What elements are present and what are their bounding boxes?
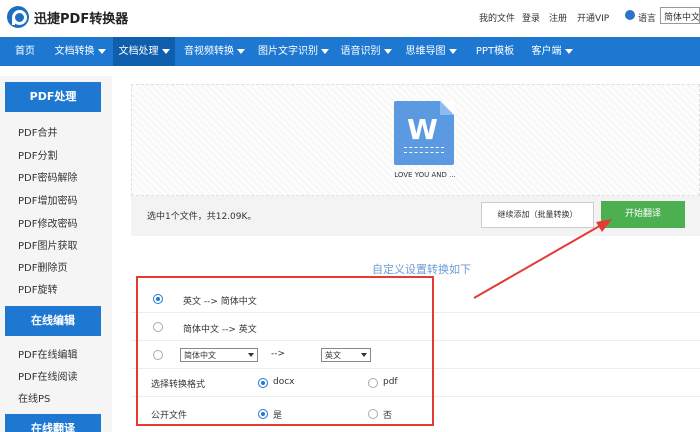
- chevron-down-icon: [237, 48, 245, 54]
- chevron-down-icon: [564, 48, 573, 54]
- nav-ppt-label: PPT模板: [475, 46, 515, 57]
- nav-doc-process[interactable]: 文档处理: [113, 37, 175, 66]
- sidebar: PDF处理 PDF合并 PDF分割 PDF密码解除 PDF增加密码 PDF修改密…: [0, 76, 112, 432]
- sidebar-item-pdf-split[interactable]: PDF分割: [18, 147, 57, 162]
- selection-info: 选中1个文件，共12.09K。: [147, 212, 257, 222]
- nav-speech[interactable]: 语音识别: [336, 37, 396, 66]
- globe-icon: [625, 10, 635, 20]
- sidebar-item-pdf-rotate[interactable]: PDF旋转: [18, 281, 57, 296]
- sidebar-item-pdf-unlock[interactable]: PDF密码解除: [18, 169, 77, 184]
- sidebar-head-pdf[interactable]: PDF处理: [5, 82, 101, 112]
- sidebar-item-pdf-delete-page[interactable]: PDF删除页: [18, 259, 67, 274]
- nav-av-convert-label: 音视频转换: [184, 46, 234, 57]
- upload-info-bar: 选中1个文件，共12.09K。 继续添加（批量转换） 开始翻译: [131, 196, 700, 236]
- vip-link[interactable]: 开通VIP: [577, 11, 609, 24]
- chevron-down-icon: [161, 48, 170, 54]
- sidebar-head-online-translate[interactable]: 在线翻译: [5, 414, 101, 432]
- nav-doc-convert-label: 文档转换: [54, 46, 95, 57]
- chevron-down-icon: [448, 48, 457, 54]
- file-name: LOVE YOU AND ...: [394, 171, 456, 179]
- register-link[interactable]: 注册: [549, 11, 567, 24]
- nav-ocr-label: 图片文字识别: [258, 46, 318, 57]
- chevron-down-icon: [383, 48, 392, 54]
- nav-speech-label: 语音识别: [340, 46, 381, 57]
- nav-home[interactable]: 首页: [6, 37, 44, 66]
- main-nav: 首页 文档转换 文档处理 音视频转换 图片文字识别 语音识别 思维导图 PPT模…: [0, 37, 700, 66]
- language-label: 语言: [638, 14, 657, 24]
- sidebar-item-pdf-change-password[interactable]: PDF修改密码: [18, 215, 77, 230]
- app-logo-icon[interactable]: [7, 6, 29, 28]
- start-translate-button[interactable]: 开始翻译: [601, 201, 685, 228]
- sidebar-item-online-ps[interactable]: 在线PS: [18, 390, 50, 405]
- nav-client-label: 客户端: [531, 46, 562, 57]
- nav-mindmap-label: 思维导图: [405, 46, 446, 57]
- nav-mindmap[interactable]: 思维导图: [400, 37, 462, 66]
- nav-doc-convert[interactable]: 文档转换: [47, 37, 113, 66]
- settings-title: 自定义设置转换如下: [372, 263, 471, 276]
- top-header: 迅捷PDF转换器 我的文件 登录 注册 开通VIP 语言 简体中文: [0, 0, 700, 34]
- nav-client[interactable]: 客户端: [524, 37, 580, 66]
- chevron-down-icon: [321, 48, 329, 54]
- nav-home-label: 首页: [15, 46, 35, 57]
- sidebar-item-pdf-merge[interactable]: PDF合并: [18, 124, 57, 139]
- add-more-button[interactable]: 继续添加（批量转换）: [481, 202, 594, 228]
- word-file-letter: W: [407, 113, 438, 146]
- sidebar-item-pdf-image-extract[interactable]: PDF图片获取: [18, 237, 77, 252]
- word-file-icon[interactable]: W: [394, 101, 454, 165]
- annotation-highlight-box: [136, 276, 434, 426]
- brand-name[interactable]: 迅捷PDF转换器: [34, 8, 128, 27]
- login-link[interactable]: 登录: [522, 11, 540, 24]
- nav-ppt[interactable]: PPT模板: [466, 37, 524, 66]
- sidebar-head-online-edit[interactable]: 在线编辑: [5, 306, 101, 336]
- sidebar-item-pdf-online-read[interactable]: PDF在线阅读: [18, 368, 77, 383]
- chevron-down-icon: [97, 48, 106, 54]
- sidebar-item-pdf-add-password[interactable]: PDF增加密码: [18, 192, 77, 207]
- nav-av-convert[interactable]: 音视频转换: [177, 37, 252, 66]
- upload-dropzone[interactable]: W LOVE YOU AND ...: [131, 84, 700, 196]
- language-select[interactable]: 简体中文: [660, 7, 700, 24]
- my-files-link[interactable]: 我的文件: [479, 11, 515, 24]
- nav-doc-process-label: 文档处理: [118, 46, 159, 57]
- nav-ocr[interactable]: 图片文字识别: [252, 37, 335, 66]
- sidebar-item-pdf-online-edit[interactable]: PDF在线编辑: [18, 346, 77, 361]
- file-lines: [404, 147, 444, 153]
